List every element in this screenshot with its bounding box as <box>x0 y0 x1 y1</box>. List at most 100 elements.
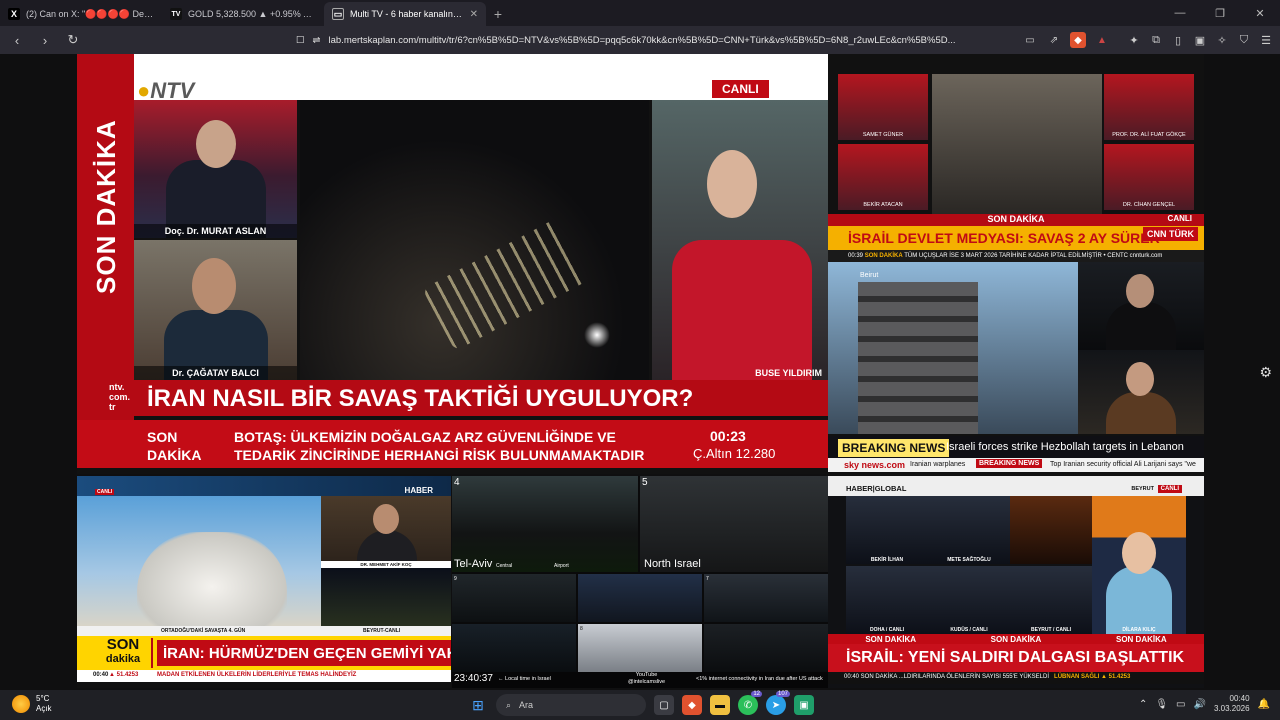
brave-shield-icon[interactable]: ◆ <box>1070 32 1086 48</box>
url-actions: ▭ ⇗ ◆ ▲ <box>1022 32 1110 48</box>
son-dakika-strip: SON DAKİKA SON DAKİKA SON DAKİKA <box>828 634 1204 644</box>
live-badge: CANLI <box>712 80 769 98</box>
ticker-time: 00:23 <box>710 428 746 444</box>
ticker-news: BOTAŞ: ÜLKEMİZİN DOĞALGAZ ARZ GÜVENLİĞİN… <box>234 429 645 463</box>
anchor-name: BUSE YILDIRIM <box>755 368 822 378</box>
son-dakika-strip: SON DAKİKA CANLI <box>828 214 1204 226</box>
close-window-button[interactable]: ✕ <box>1240 0 1280 26</box>
chevron-up-icon[interactable]: ⌃ <box>1139 699 1147 710</box>
mic-icon[interactable]: 🎙 <box>1155 699 1168 710</box>
settings-gear-icon[interactable]: ⚙ <box>1259 364 1272 381</box>
tab-x[interactable]: X (2) Can on X: "🔴🔴🔴🔴 Devrim <box>0 2 162 26</box>
smoke-footage <box>77 496 321 642</box>
cnn-ticker: 00:39 SON DAKİKA TÜM UÇUŞLAR İSE 3 MART … <box>828 250 1204 262</box>
fire-footage <box>1010 496 1092 564</box>
minimize-button[interactable]: — <box>1160 0 1200 26</box>
guest-camera: BEKİR ATACAN <box>838 144 928 210</box>
cam-4: 4 Tel-Aviv Central Airport <box>452 476 638 572</box>
cnnturk-stream[interactable]: SAMET GÜNER BEKİR ATACAN PROF. DR. ALİ F… <box>828 54 1204 262</box>
volume-icon[interactable]: 🔊 <box>1194 699 1206 710</box>
ticker-label: SON DAKİKA <box>147 429 202 463</box>
guest-camera: SAMET GÜNER <box>838 74 928 140</box>
guest-name: Dr. ÇAĞATAY BALCI <box>134 366 297 380</box>
tab-multitv[interactable]: ▭ Multi TV - 6 haber kanalını aynı ✕ <box>324 2 486 26</box>
tab-title: Multi TV - 6 haber kanalını aynı <box>350 9 464 19</box>
guest-name: Doç. Dr. MURAT ASLAN <box>134 224 297 238</box>
weather-widget[interactable]: 5°C Açık <box>12 694 52 714</box>
breaking-text: Israeli forces strike Hezbollah targets … <box>946 441 1184 453</box>
ht-ticker: 00:40 ▲ 51.4253 MADAN ETKİLENEN ÜLKELERİ… <box>77 670 451 682</box>
guest-camera-1: Doç. Dr. MURAT ASLAN <box>134 100 297 238</box>
wallet-icon[interactable]: ▣ <box>1192 32 1208 48</box>
extensions-icon[interactable]: ✦ <box>1126 32 1142 48</box>
ntv-stream[interactable]: SON DAKİKA ●NTV CANLI Doç. Dr. MURAT ASL… <box>77 54 828 474</box>
guest-camera: DR. CİHAN GENÇEL <box>1104 144 1194 210</box>
ai-icon[interactable]: ✧ <box>1214 32 1230 48</box>
israel-clock: 23:40:37 <box>454 673 493 684</box>
back-button[interactable]: ‹ <box>6 29 28 51</box>
guest-camera: DR. MEHMET AKİF KOÇ <box>321 496 451 568</box>
whatsapp-icon[interactable]: ✆ 12 <box>738 691 762 715</box>
address-bar[interactable]: ☐ ⇌ lab.mertskaplan.com/multitv/tr/6?cn%… <box>290 29 1010 51</box>
skynews-stream[interactable]: Beirut BREAKING NEWS Israeli forces stri… <box>828 262 1204 476</box>
network-icon[interactable]: ▭ <box>1176 699 1185 710</box>
tab-gold[interactable]: TV GOLD 5,328.500 ▲ +0.95% Adsız <box>162 2 324 26</box>
brave-icon[interactable]: ◆ <box>682 695 702 715</box>
hg-top-band: HABER|GLOBAL BEYRUT CANLI <box>828 476 1204 496</box>
guest-camera-2: Dr. ÇAĞATAY BALCI <box>134 240 297 380</box>
haberturk-stream[interactable]: CANLI HABER DR. MEHMET AKİF KOÇ ORTADOĞU… <box>77 476 451 688</box>
clock[interactable]: 00:40 3.03.2026 <box>1214 694 1250 714</box>
ht-top-band: CANLI HABER <box>77 476 451 496</box>
bookmark-icon[interactable]: ☐ <box>296 35 305 46</box>
israel-cams-stream[interactable]: 4 Tel-Aviv Central Airport 5 North Israe… <box>452 476 828 688</box>
start-icon[interactable]: ⊞ <box>468 695 488 715</box>
cam-small: 9 <box>452 574 576 622</box>
reporter-camera <box>1078 350 1204 434</box>
forward-button[interactable]: › <box>34 29 56 51</box>
haberturk-logo: HABER <box>404 486 433 495</box>
menu-icon[interactable]: ☰ <box>1258 32 1274 48</box>
anchor-camera: BUSE YILDIRIM <box>652 100 828 380</box>
gold-price: Ç.Altın 12.280 <box>693 446 776 461</box>
cam-5: 5 North Israel <box>640 476 828 572</box>
breaking-bar: BREAKING NEWS Israeli forces strike Hezb… <box>828 436 1204 458</box>
search-icon: ⌕ <box>506 699 512 710</box>
breaking-ticker: SON DAKİKA BOTAŞ: ÜLKEMİZİN DOĞALGAZ ARZ… <box>77 420 828 468</box>
site-info-icon[interactable]: ⇌ <box>313 35 321 46</box>
screenshot-icon[interactable]: ⧉ <box>1148 32 1164 48</box>
cam-small <box>578 574 702 622</box>
rewards-icon[interactable]: ▲ <box>1094 32 1110 48</box>
cam-small: 7 <box>704 574 828 622</box>
x-icon: X <box>8 8 20 20</box>
reload-button[interactable]: ↻ <box>62 29 84 51</box>
ht-headline-bar: SON dakika İRAN: HÜRMÜZ'DEN GEÇEN GEMİYİ … <box>77 636 451 670</box>
page-icon: ▭ <box>332 8 344 20</box>
notification-icon[interactable]: 🔔 <box>1258 699 1270 710</box>
maximize-button[interactable]: ❐ <box>1200 0 1240 26</box>
close-icon[interactable]: ✕ <box>470 9 478 20</box>
cam-small <box>452 624 576 672</box>
url-text: lab.mertskaplan.com/multitv/tr/6?cn%5B%5… <box>328 34 956 46</box>
cam-small: 8 <box>578 624 702 672</box>
task-view-icon[interactable]: ▢ <box>654 695 674 715</box>
ntv-site-label: ntv. com. tr <box>109 382 131 412</box>
tab-bar: X (2) Can on X: "🔴🔴🔴🔴 Devrim TV GOLD 5,3… <box>0 0 1280 26</box>
app-icon[interactable]: ▣ <box>794 695 814 715</box>
sidebar-icon[interactable]: ▯ <box>1170 32 1186 48</box>
taskbar-search[interactable]: ⌕ Ara <box>496 694 646 716</box>
telegram-icon[interactable]: ➤ 107 <box>766 691 790 715</box>
guest-camera: METE SAĞTOĞLU <box>928 496 1010 564</box>
new-tab-button[interactable]: + <box>486 2 510 26</box>
explorer-icon[interactable]: ▬ <box>710 695 730 715</box>
haberglobal-stream[interactable]: HABER|GLOBAL BEYRUT CANLI BEKİR İLHAN ME… <box>828 476 1204 688</box>
vpn-icon[interactable]: ⛉ <box>1236 32 1252 48</box>
tradingview-icon: TV <box>170 8 182 20</box>
city-camera: KUDÜS / CANLI <box>928 566 1010 634</box>
share-icon[interactable]: ⇗ <box>1046 32 1062 48</box>
city-camera: DOHA / CANLI <box>846 566 928 634</box>
ruins-footage <box>932 74 1102 214</box>
cast-icon[interactable]: ▭ <box>1022 32 1038 48</box>
tab-title: GOLD 5,328.500 ▲ +0.95% Adsız <box>188 9 316 19</box>
night-city-footage <box>321 568 451 626</box>
son-dakika-vertical: SON DAKİKA <box>91 119 121 294</box>
